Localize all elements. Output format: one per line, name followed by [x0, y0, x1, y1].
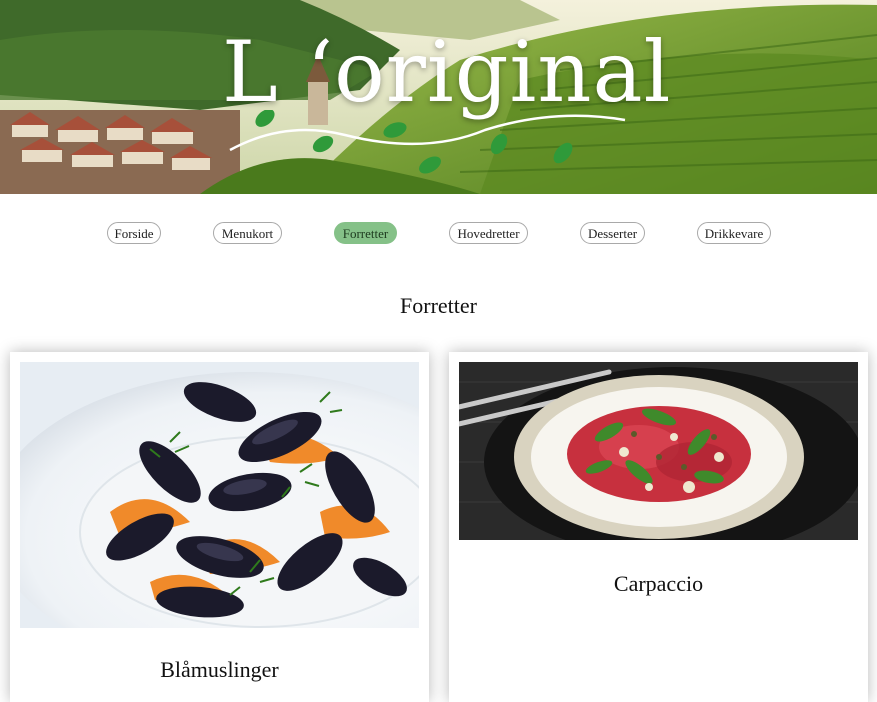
nav-item-hovedretter[interactable]: Hovedretter — [449, 222, 528, 244]
site-logo[interactable]: L ‘original — [222, 30, 671, 114]
logo-vine-swirl — [229, 110, 626, 174]
mussels-dish-photo[interactable] — [20, 362, 419, 628]
hero-banner: L ‘original — [0, 0, 877, 194]
nav-item-drikkevare[interactable]: Drikkevare — [697, 222, 771, 244]
page-title: Forretter — [400, 293, 477, 318]
nav-item-menukort[interactable]: Menukort — [213, 222, 282, 244]
nav-item-forretter[interactable]: Forretter — [334, 222, 397, 244]
dish-title: Blåmuslinger — [160, 657, 279, 682]
dish-card-blamuslinger[interactable]: Blåmuslinger — [10, 352, 429, 702]
nav-item-forside[interactable]: Forside — [107, 222, 161, 244]
nav-item-desserter[interactable]: Desserter — [580, 222, 645, 244]
main-nav: Forside Menukort Forretter Hovedretter D… — [0, 222, 877, 246]
dish-title: Carpaccio — [613, 571, 704, 596]
carpaccio-dish-photo[interactable] — [459, 362, 858, 540]
dish-card-carpaccio[interactable]: Carpaccio — [449, 352, 868, 702]
